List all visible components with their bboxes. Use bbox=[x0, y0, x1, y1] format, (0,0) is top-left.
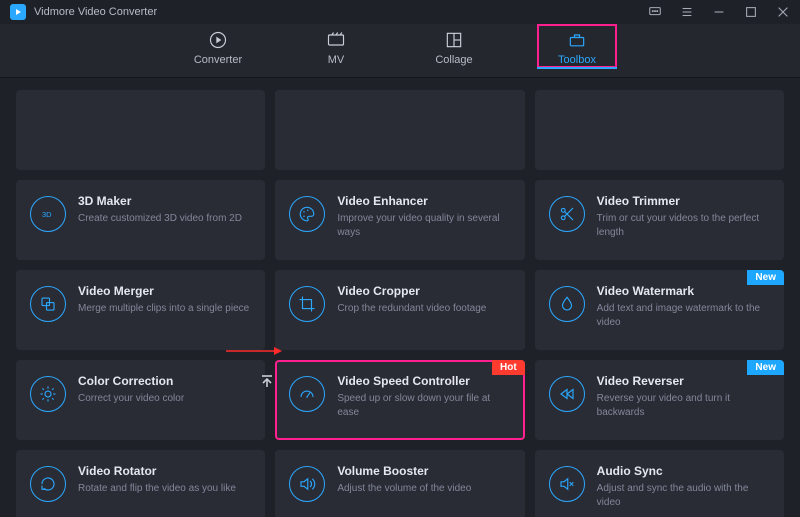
tool-video-reverser[interactable]: New Video Reverser Reverse your video an… bbox=[535, 360, 784, 440]
audio-sync-icon bbox=[549, 466, 585, 502]
tool-desc: Rotate and flip the video as you like bbox=[78, 482, 251, 496]
app-logo-icon bbox=[10, 4, 26, 20]
sun-icon bbox=[30, 376, 66, 412]
svg-text:3D: 3D bbox=[42, 210, 52, 219]
tool-video-merger[interactable]: Video Merger Merge multiple clips into a… bbox=[16, 270, 265, 350]
converter-icon bbox=[208, 30, 228, 50]
close-button[interactable] bbox=[776, 5, 790, 19]
tool-video-trimmer[interactable]: Video Trimmer Trim or cut your videos to… bbox=[535, 180, 784, 260]
gauge-icon bbox=[289, 376, 325, 412]
minimize-button[interactable] bbox=[712, 5, 726, 19]
partial-row-top bbox=[16, 90, 784, 170]
tool-title: Video Trimmer bbox=[597, 194, 770, 208]
tool-3d-maker[interactable]: 3D 3D Maker Create customized 3D video f… bbox=[16, 180, 265, 260]
crop-icon bbox=[289, 286, 325, 322]
rotate-icon bbox=[30, 466, 66, 502]
scroll-to-top-button[interactable] bbox=[258, 372, 276, 390]
tool-desc: Crop the redundant video footage bbox=[337, 302, 510, 316]
tool-audio-sync[interactable]: Audio Sync Adjust and sync the audio wit… bbox=[535, 450, 784, 517]
tool-title: Volume Booster bbox=[337, 464, 510, 478]
volume-icon bbox=[289, 466, 325, 502]
tools-grid: 3D 3D Maker Create customized 3D video f… bbox=[16, 180, 784, 517]
tool-desc: Reverse your video and turn it backwards bbox=[597, 392, 770, 419]
tool-title: Audio Sync bbox=[597, 464, 770, 478]
tool-title: Video Cropper bbox=[337, 284, 510, 298]
mv-icon bbox=[326, 30, 346, 50]
hot-badge: Hot bbox=[492, 360, 525, 375]
merge-icon bbox=[30, 286, 66, 322]
tool-desc: Merge multiple clips into a single piece bbox=[78, 302, 251, 316]
tool-title: Video Reverser bbox=[597, 374, 770, 388]
tool-video-rotator[interactable]: Video Rotator Rotate and flip the video … bbox=[16, 450, 265, 517]
toolbox-content: 3D 3D Maker Create customized 3D video f… bbox=[0, 78, 800, 517]
new-badge: New bbox=[747, 270, 784, 285]
tool-desc: Trim or cut your videos to the perfect l… bbox=[597, 212, 770, 239]
tool-title: 3D Maker bbox=[78, 194, 251, 208]
3d-icon: 3D bbox=[30, 196, 66, 232]
tool-desc: Correct your video color bbox=[78, 392, 251, 406]
tab-converter-label: Converter bbox=[194, 54, 242, 66]
partial-card[interactable] bbox=[275, 90, 524, 170]
window-controls bbox=[648, 5, 790, 19]
tab-mv-label: MV bbox=[328, 54, 345, 66]
rewind-icon bbox=[549, 376, 585, 412]
tool-video-speed-controller[interactable]: Hot Video Speed Controller Speed up or s… bbox=[275, 360, 524, 440]
collage-icon bbox=[444, 30, 464, 50]
titlebar: Vidmore Video Converter bbox=[0, 0, 800, 24]
tool-volume-booster[interactable]: Volume Booster Adjust the volume of the … bbox=[275, 450, 524, 517]
tool-desc: Speed up or slow down your file at ease bbox=[337, 392, 510, 419]
tool-title: Video Watermark bbox=[597, 284, 770, 298]
tool-desc: Adjust and sync the audio with the video bbox=[597, 482, 770, 509]
tool-title: Video Rotator bbox=[78, 464, 251, 478]
palette-icon bbox=[289, 196, 325, 232]
app-title: Vidmore Video Converter bbox=[34, 6, 157, 18]
tool-desc: Create customized 3D video from 2D bbox=[78, 212, 251, 226]
tool-desc: Improve your video quality in several wa… bbox=[337, 212, 510, 239]
toolbox-icon bbox=[567, 30, 587, 50]
tab-converter[interactable]: Converter bbox=[183, 24, 253, 66]
maximize-button[interactable] bbox=[744, 5, 758, 19]
tool-video-watermark[interactable]: New Video Watermark Add text and image w… bbox=[535, 270, 784, 350]
top-nav: Converter MV Collage Toolbox bbox=[0, 24, 800, 78]
tab-collage[interactable]: Collage bbox=[419, 24, 489, 66]
tool-desc: Add text and image watermark to the vide… bbox=[597, 302, 770, 329]
partial-card[interactable] bbox=[535, 90, 784, 170]
tool-title: Color Correction bbox=[78, 374, 251, 388]
scissors-icon bbox=[549, 196, 585, 232]
tab-collage-label: Collage bbox=[435, 54, 472, 66]
tool-color-correction[interactable]: Color Correction Correct your video colo… bbox=[16, 360, 265, 440]
tool-title: Video Merger bbox=[78, 284, 251, 298]
tab-toolbox[interactable]: Toolbox bbox=[537, 24, 617, 68]
tool-title: Video Enhancer bbox=[337, 194, 510, 208]
tool-video-cropper[interactable]: Video Cropper Crop the redundant video f… bbox=[275, 270, 524, 350]
droplet-icon bbox=[549, 286, 585, 322]
feedback-icon[interactable] bbox=[648, 5, 662, 19]
tool-video-enhancer[interactable]: Video Enhancer Improve your video qualit… bbox=[275, 180, 524, 260]
tab-toolbox-label: Toolbox bbox=[558, 54, 596, 66]
new-badge: New bbox=[747, 360, 784, 375]
menu-icon[interactable] bbox=[680, 5, 694, 19]
partial-card[interactable] bbox=[16, 90, 265, 170]
tab-mv[interactable]: MV bbox=[301, 24, 371, 66]
tool-desc: Adjust the volume of the video bbox=[337, 482, 510, 496]
tool-title: Video Speed Controller bbox=[337, 374, 510, 388]
